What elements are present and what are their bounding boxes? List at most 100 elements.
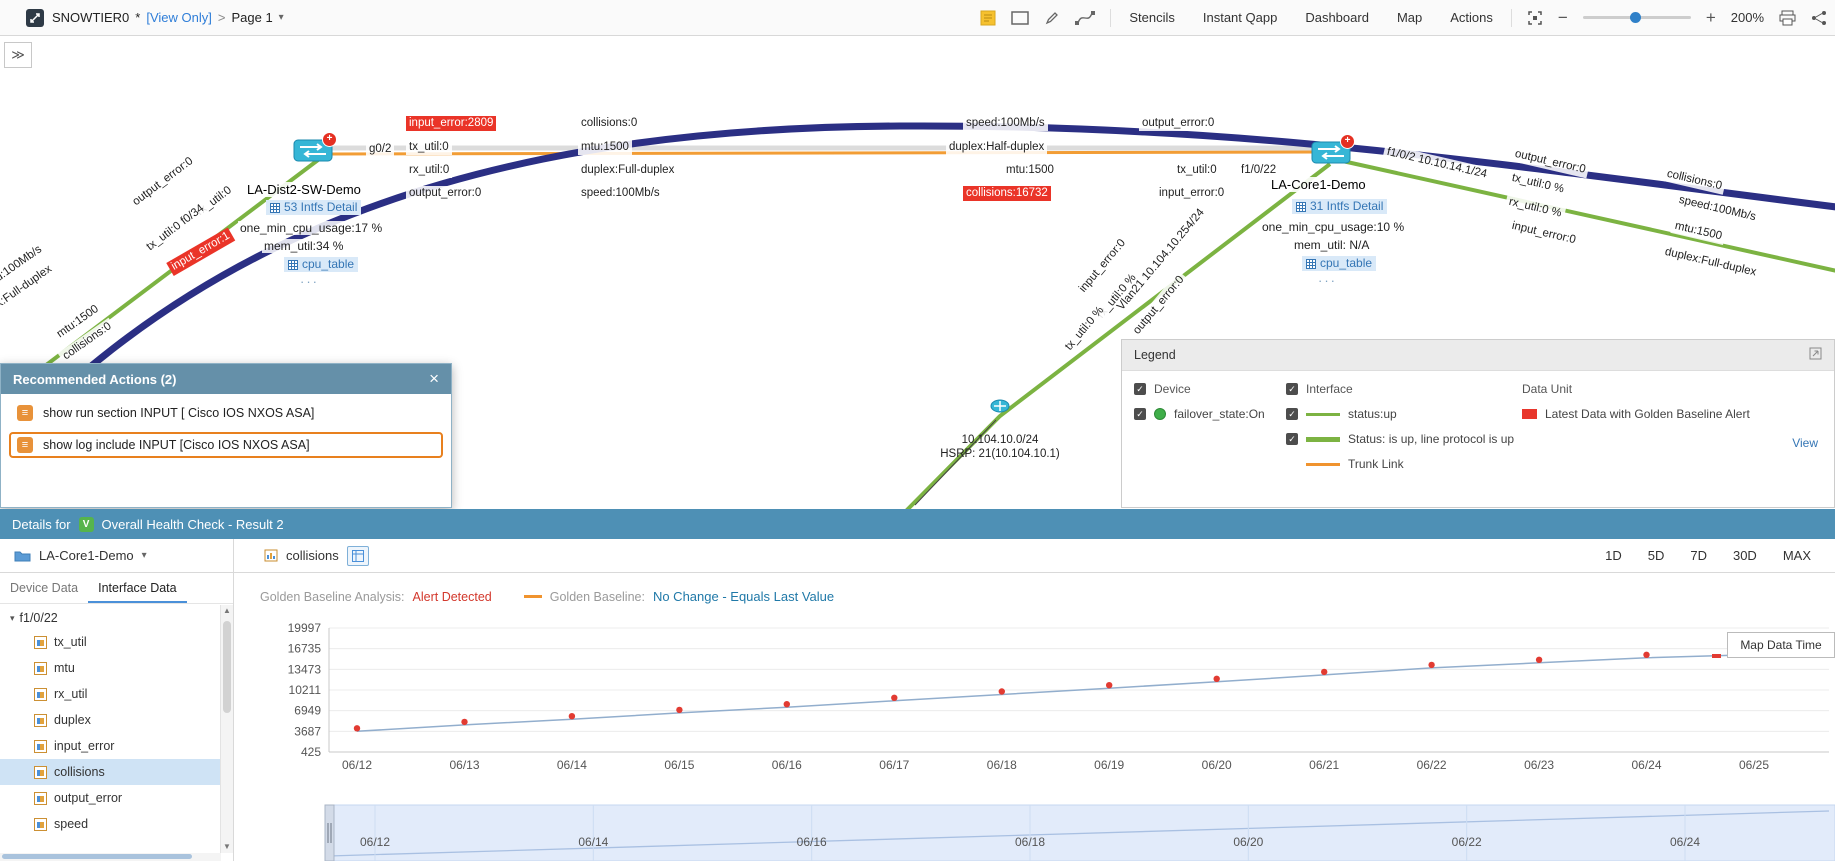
health-check-badge-icon: V (79, 517, 94, 532)
tree-item-collisions[interactable]: collisions (0, 759, 220, 785)
pencil-icon[interactable] (1044, 10, 1060, 26)
map-expander-button[interactable]: ≫ (4, 42, 32, 68)
fit-screen-icon[interactable] (1527, 10, 1543, 26)
svg-text:425: 425 (301, 745, 321, 759)
tree-item-mtu[interactable]: mtu (0, 655, 220, 681)
legend-checkbox[interactable]: ✓ (1286, 408, 1298, 420)
range-30d[interactable]: 30D (1733, 548, 1757, 563)
cpu-table-link[interactable]: cpu_table (1302, 256, 1376, 271)
device-checkbox[interactable]: ✓ (1134, 383, 1146, 395)
mem-util-stat: mem_util: N/A (1292, 238, 1371, 252)
details-for-label: Details for (12, 517, 71, 532)
scrollbar-thumb[interactable] (223, 621, 231, 713)
tree-item-tx-util[interactable]: tx_util (0, 629, 220, 655)
failover-state-label: failover_state:On (1174, 407, 1265, 421)
zoom-in-button[interactable]: + (1706, 9, 1716, 26)
range-7d[interactable]: 7D (1690, 548, 1707, 563)
subnet-label: 10.104.10.0/24 (890, 434, 1110, 446)
caret-down-icon: ▾ (10, 613, 15, 624)
chart-icon (264, 549, 278, 562)
svg-text:06/14: 06/14 (557, 758, 587, 772)
alert-badge-icon: + (1340, 134, 1355, 149)
baseline-label: Golden Baseline: (550, 590, 645, 604)
tree-item-duplex[interactable]: duplex (0, 707, 220, 733)
view-link[interactable]: View (1792, 436, 1818, 450)
hsrp-label: HSRP: 21(10.104.10.1) (890, 448, 1110, 460)
menu-stencils[interactable]: Stencils (1126, 10, 1178, 25)
menu-actions[interactable]: Actions (1447, 10, 1496, 25)
alert-data-label: Latest Data with Golden Baseline Alert (1545, 407, 1750, 421)
toolbar-menu: Stencils Instant Qapp Dashboard Map Actions (1126, 10, 1496, 25)
range-max[interactable]: MAX (1783, 548, 1811, 563)
svg-text:06/18: 06/18 (987, 758, 1017, 772)
menu-dashboard[interactable]: Dashboard (1302, 10, 1372, 25)
device-name[interactable]: LA-Core1-Demo (1268, 177, 1369, 192)
more-dots[interactable]: ··· (300, 274, 319, 289)
zoom-slider[interactable] (1583, 16, 1691, 19)
intfs-detail-link[interactable]: 53 Intfs Detail (266, 200, 361, 215)
pin-chart-button[interactable] (347, 546, 369, 566)
device-selector[interactable]: LA-Core1-Demo ▾ (0, 539, 234, 572)
view-only-link[interactable]: [View Only] (146, 10, 212, 25)
script-icon: ≡ (17, 437, 33, 453)
zoom-out-button[interactable]: − (1558, 9, 1568, 26)
tree-item-list: tx_utilmturx_utilduplexinput_errorcollis… (0, 629, 220, 837)
menu-instant-qapp[interactable]: Instant Qapp (1200, 10, 1280, 25)
alert-swatch (1522, 409, 1537, 419)
zoom-slider-knob[interactable] (1630, 12, 1641, 23)
grid-icon (1306, 259, 1316, 269)
share-icon[interactable] (1811, 10, 1827, 26)
metric-icon (34, 766, 47, 779)
unsaved-star: * (135, 10, 140, 25)
horizontal-scrollbar[interactable] (0, 853, 221, 861)
map-label: speed:100Mb/s (963, 116, 1048, 131)
metric-title-group: collisions (264, 546, 369, 566)
scroll-down-icon[interactable]: ▼ (221, 841, 233, 853)
tree-item-output-error[interactable]: output_error (0, 785, 220, 811)
metric-chart[interactable]: 199971673513473102116949368742506/1206/1… (234, 618, 1835, 861)
recommended-actions-panel: Recommended Actions (2) × ≡show run sect… (0, 363, 452, 508)
note-icon[interactable] (980, 10, 996, 26)
vertical-scrollbar[interactable]: ▲ ▼ (220, 605, 233, 853)
range-1d[interactable]: 1D (1605, 548, 1622, 563)
menu-map[interactable]: Map (1394, 10, 1425, 25)
divider (1511, 9, 1512, 27)
page-selector[interactable]: Page 1 (231, 10, 272, 25)
metric-icon (34, 636, 47, 649)
data-tabs: Device DataInterface Data (0, 573, 233, 604)
tab-device-data[interactable]: Device Data (0, 573, 88, 603)
intfs-detail-link[interactable]: 31 Intfs Detail (1292, 199, 1387, 214)
scroll-up-icon[interactable]: ▲ (221, 605, 233, 617)
map-icon[interactable] (26, 9, 44, 27)
failover-checkbox[interactable]: ✓ (1134, 408, 1146, 420)
print-icon[interactable] (1779, 10, 1796, 26)
expand-icon[interactable] (1809, 347, 1822, 363)
cpu-table-link[interactable]: cpu_table (284, 257, 358, 272)
map-canvas[interactable]: input_error:2809g0/2tx_util:0rx_util:0ou… (0, 36, 1835, 509)
legend-device-column: ✓ Device ✓ failover_state:On (1134, 381, 1265, 422)
recommended-action[interactable]: ≡show run section INPUT [ Cisco IOS NXOS… (9, 400, 443, 426)
more-dots[interactable]: ··· (1318, 273, 1337, 288)
hsrp-node-icon[interactable] (990, 398, 1010, 419)
legend-checkbox[interactable]: ✓ (1286, 433, 1298, 445)
h-scrollbar-thumb[interactable] (2, 854, 192, 859)
interface-checkbox[interactable]: ✓ (1286, 383, 1298, 395)
recommended-action[interactable]: ≡show log include INPUT [Cisco IOS NXOS … (9, 432, 443, 458)
curve-line-icon[interactable] (1075, 11, 1095, 25)
scrubber-handle[interactable] (325, 805, 334, 861)
range-5d[interactable]: 5D (1648, 548, 1665, 563)
legend-panel: Legend ✓ Device ✓ failover_state:On (1121, 339, 1835, 508)
svg-text:06/25: 06/25 (1739, 758, 1769, 772)
tree-item-speed[interactable]: speed (0, 811, 220, 837)
tree-item-rx-util[interactable]: rx_util (0, 681, 220, 707)
device-name[interactable]: LA-Dist2-SW-Demo (244, 182, 364, 197)
tab-interface-data[interactable]: Interface Data (88, 573, 187, 603)
close-icon[interactable]: × (429, 369, 439, 389)
tree-parent-interface[interactable]: ▾ f1/0/22 (0, 605, 220, 629)
legend-body: ✓ Device ✓ failover_state:On ✓ Interface… (1122, 371, 1834, 509)
legend-col-data-unit: Data Unit (1522, 382, 1572, 396)
tree-item-input-error[interactable]: input_error (0, 733, 220, 759)
page-caret-icon[interactable]: ▾ (279, 12, 284, 23)
svg-text:6949: 6949 (294, 704, 321, 718)
rectangle-tool-icon[interactable] (1011, 11, 1029, 25)
